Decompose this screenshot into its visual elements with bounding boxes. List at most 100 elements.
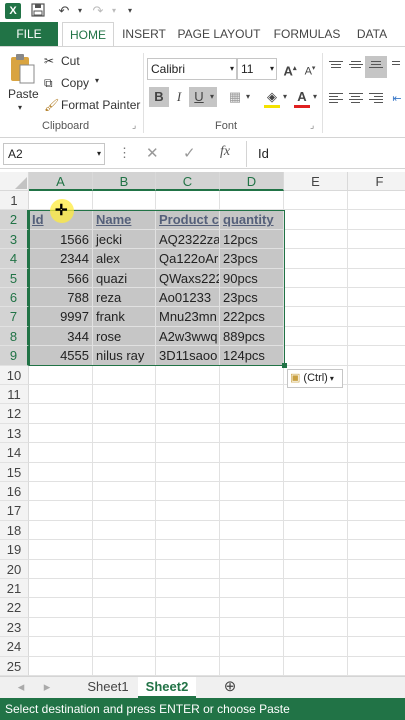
cell[interactable] [93, 385, 156, 405]
font-launcher-icon[interactable]: ⌟ [310, 120, 314, 131]
cell[interactable] [348, 327, 405, 347]
data-cell[interactable]: 12pcs [220, 229, 284, 250]
cell[interactable] [156, 423, 220, 444]
cell[interactable] [220, 501, 284, 521]
column-header-a[interactable]: A [29, 172, 93, 191]
cancel-icon[interactable]: ✕ [146, 144, 159, 162]
cell[interactable] [348, 210, 405, 230]
header-cell[interactable]: quantity [220, 210, 284, 230]
row-header-9[interactable]: 9 [0, 346, 29, 366]
cell[interactable] [284, 637, 348, 657]
redo-dropdown-icon[interactable]: ▾ [106, 3, 122, 19]
cell[interactable] [156, 559, 220, 579]
data-cell[interactable]: 566 [29, 268, 93, 288]
cell[interactable] [156, 501, 220, 521]
cell[interactable] [220, 540, 284, 560]
data-cell[interactable]: quazi [93, 268, 156, 288]
orientation-icon[interactable] [392, 61, 402, 73]
cell[interactable] [284, 229, 348, 250]
row-header-5[interactable]: 5 [0, 268, 29, 288]
cell[interactable] [220, 462, 284, 482]
row-header-21[interactable]: 21 [0, 579, 29, 599]
cell[interactable] [93, 559, 156, 579]
cell[interactable] [93, 637, 156, 657]
cell[interactable] [29, 443, 93, 463]
cell[interactable] [348, 657, 405, 676]
column-header-d[interactable]: D [220, 172, 284, 191]
align-left-icon[interactable] [329, 93, 343, 105]
cell[interactable] [220, 637, 284, 657]
cell[interactable] [93, 501, 156, 521]
cell[interactable] [220, 365, 284, 385]
cell[interactable] [93, 423, 156, 444]
row-header-18[interactable]: 18 [0, 520, 29, 541]
cell[interactable] [284, 191, 348, 211]
cell[interactable] [284, 462, 348, 482]
data-cell[interactable]: nilus ray [93, 346, 156, 366]
cell[interactable] [29, 598, 93, 618]
tab-data[interactable]: DATA [350, 22, 394, 46]
row-header-6[interactable]: 6 [0, 288, 29, 308]
cell[interactable] [284, 520, 348, 541]
bold-button[interactable]: B [149, 87, 169, 107]
cell[interactable] [348, 598, 405, 618]
cell[interactable] [348, 618, 405, 638]
cell[interactable] [93, 365, 156, 385]
data-cell[interactable]: Qa122oAr [156, 249, 220, 269]
cell[interactable] [29, 501, 93, 521]
insert-function-button[interactable]: fx [220, 144, 230, 160]
cell[interactable] [220, 559, 284, 579]
borders-icon[interactable]: ▦ [225, 87, 245, 107]
data-cell[interactable]: 4555 [29, 346, 93, 366]
enter-icon[interactable]: ✓ [183, 144, 196, 162]
font-name-field[interactable]: Calibri ▾ [147, 58, 237, 80]
data-cell[interactable]: Mnu23mn [156, 307, 220, 327]
middle-align-icon[interactable] [349, 61, 363, 73]
data-cell[interactable]: A2w3wwq [156, 326, 220, 347]
cell[interactable] [348, 230, 405, 250]
cell[interactable] [29, 637, 93, 657]
cell[interactable] [284, 288, 348, 308]
cell[interactable] [284, 423, 348, 444]
cell[interactable] [93, 404, 156, 424]
cell[interactable] [156, 365, 220, 385]
tab-formulas[interactable]: FORMULAS [270, 22, 344, 46]
row-header-10[interactable]: 10 [0, 365, 29, 385]
copy-icon[interactable]: ⧉ [44, 76, 53, 91]
cell[interactable] [220, 191, 284, 211]
format-painter-button[interactable]: Format Painter [61, 98, 140, 112]
cell[interactable] [156, 404, 220, 424]
cell[interactable] [284, 579, 348, 599]
cell[interactable] [29, 520, 93, 541]
font-color-icon[interactable]: A [292, 87, 312, 107]
cell[interactable] [29, 540, 93, 560]
grow-font-icon[interactable]: A▴ [280, 59, 300, 79]
shrink-font-icon[interactable]: A▾ [300, 59, 320, 79]
paste-icon[interactable] [8, 53, 36, 87]
header-cell[interactable]: Product code [156, 210, 220, 230]
cell[interactable] [348, 443, 405, 463]
row-header-22[interactable]: 22 [0, 598, 29, 618]
cell[interactable] [348, 579, 405, 599]
cell[interactable] [348, 288, 405, 308]
data-cell[interactable]: QWaxs222 [156, 268, 220, 288]
customize-qa-icon[interactable]: ▾ [122, 3, 138, 19]
cell[interactable] [284, 501, 348, 521]
cell[interactable] [348, 269, 405, 288]
data-cell[interactable]: AQ2322za [156, 229, 220, 250]
cell[interactable] [220, 617, 284, 638]
data-cell[interactable]: 90pcs [220, 268, 284, 288]
paste-dropdown-icon[interactable]: ▾ [18, 103, 22, 112]
cell[interactable] [93, 462, 156, 482]
cell[interactable] [220, 656, 284, 676]
cell[interactable] [284, 482, 348, 502]
cell[interactable] [220, 404, 284, 424]
italic-button[interactable]: I [169, 87, 189, 107]
data-cell[interactable]: 9997 [29, 307, 93, 327]
cut-button[interactable]: Cut [61, 54, 80, 68]
cell[interactable] [93, 520, 156, 541]
cell[interactable] [348, 191, 405, 211]
cell[interactable] [348, 501, 405, 521]
clipboard-launcher-icon[interactable]: ⌟ [132, 120, 136, 131]
bottom-align-icon[interactable] [369, 61, 383, 73]
